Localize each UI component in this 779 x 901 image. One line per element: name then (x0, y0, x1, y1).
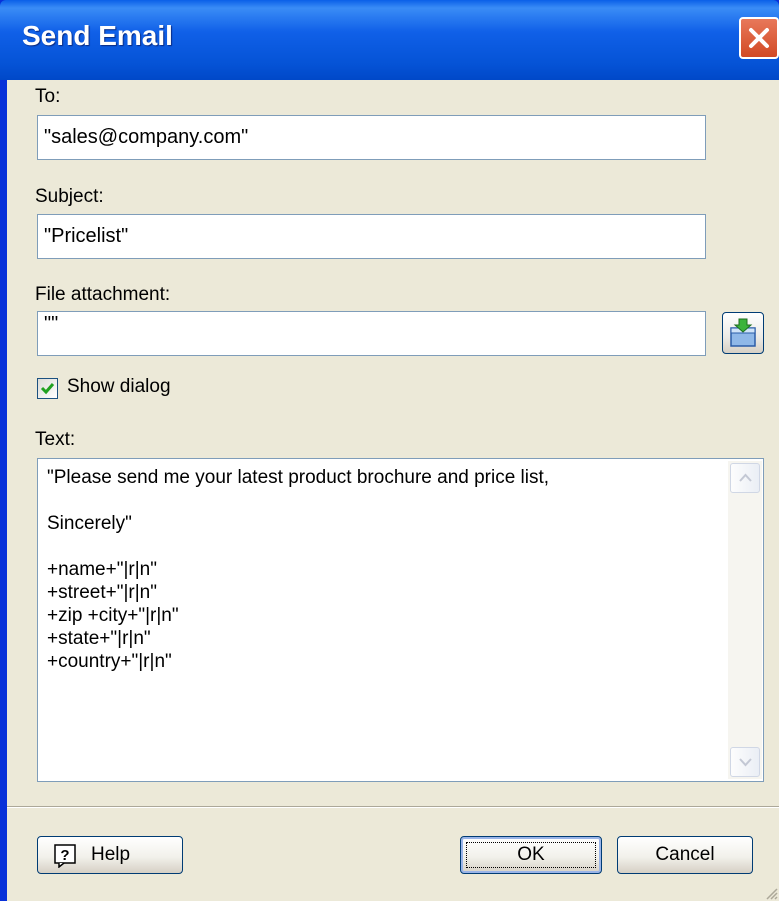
to-field[interactable]: "sales@company.com" (37, 115, 706, 160)
folder-browse-icon (730, 318, 756, 347)
scroll-down-button[interactable] (730, 747, 760, 777)
close-icon (749, 28, 769, 48)
close-button[interactable] (739, 17, 779, 59)
scroll-up-button[interactable] (730, 463, 760, 493)
focus-rectangle (466, 842, 596, 868)
window-title: Send Email (22, 20, 173, 51)
ok-button[interactable]: OK (460, 836, 602, 874)
text-line: Sincerely" (47, 513, 132, 534)
to-label: To: (35, 86, 61, 107)
text-line: +street+"|r|n" (47, 582, 157, 603)
checkmark-icon (40, 383, 55, 395)
subject-label: Subject: (35, 186, 104, 207)
subject-field[interactable]: "Pricelist" (37, 214, 706, 259)
chevron-down-icon (739, 758, 752, 767)
help-icon: ? (54, 844, 76, 868)
text-body-field[interactable]: "Please send me your latest product broc… (37, 458, 764, 782)
cancel-button-label: Cancel (655, 844, 715, 865)
text-label: Text: (35, 429, 76, 450)
svg-text:?: ? (60, 847, 69, 864)
dialog-body: To: "sales@company.com" Subject: "Pricel… (7, 80, 779, 901)
browse-attachment-button[interactable] (722, 312, 764, 354)
text-line: +country+"|r|n" (47, 651, 172, 672)
text-line: +state+"|r|n" (47, 628, 151, 649)
cancel-button[interactable]: Cancel (617, 836, 753, 874)
button-separator (7, 806, 779, 808)
help-button-label: Help (91, 844, 131, 865)
chevron-up-icon (739, 473, 752, 482)
title-bar[interactable]: Send Email (0, 0, 779, 80)
show-dialog-checkbox[interactable] (37, 378, 58, 399)
text-line: "Please send me your latest product broc… (47, 467, 550, 488)
attachment-label: File attachment: (35, 284, 171, 305)
show-dialog-label[interactable]: Show dialog (67, 376, 171, 398)
send-email-dialog: Send Email To: "sales@company.com" Subje… (0, 0, 779, 901)
resize-grip-icon[interactable] (763, 885, 779, 901)
vertical-scrollbar[interactable] (728, 461, 762, 779)
text-line: +zip +city+"|r|n" (47, 605, 179, 626)
help-button[interactable]: ? Help (37, 836, 183, 874)
text-line: +name+"|r|n" (47, 559, 157, 580)
attachment-field[interactable]: "" (37, 311, 706, 356)
